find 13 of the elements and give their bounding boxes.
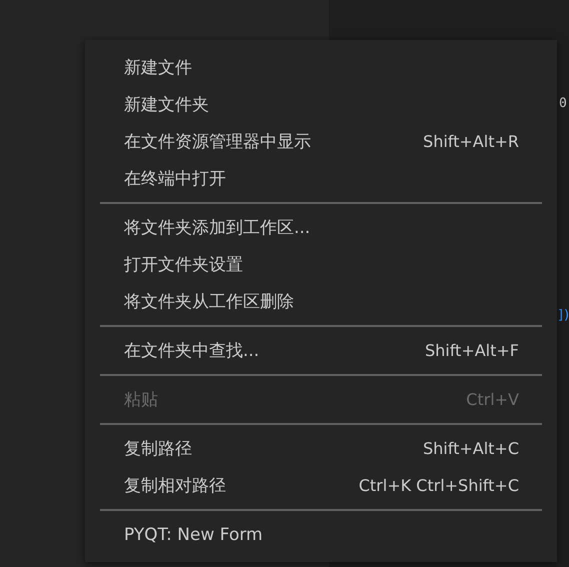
menu-item[interactable]: 将文件夹从工作区删除 (85, 283, 557, 320)
code-text: ]) (557, 307, 569, 325)
menu-item[interactable]: 将文件夹添加到工作区... (85, 209, 557, 246)
menu-item[interactable]: 新建文件 (85, 49, 557, 86)
menu-item[interactable]: 在文件夹中查找... Shift+Alt+F (85, 332, 557, 369)
menu-item[interactable]: PYQT: New Form (85, 516, 557, 553)
menu-item[interactable]: 复制相对路径 Ctrl+K Ctrl+Shift+C (85, 467, 557, 504)
menu-item[interactable]: 在终端中打开 (85, 160, 557, 197)
menu-item[interactable]: 在文件资源管理器中显示 Shift+Alt+R (85, 123, 557, 160)
menu-item[interactable]: 打开文件夹设置 (85, 246, 557, 283)
code-text: 0 (559, 95, 565, 113)
menu-item[interactable]: 复制路径 Shift+Alt+C (85, 430, 557, 467)
menu-item[interactable]: 新建文件夹 (85, 86, 557, 123)
